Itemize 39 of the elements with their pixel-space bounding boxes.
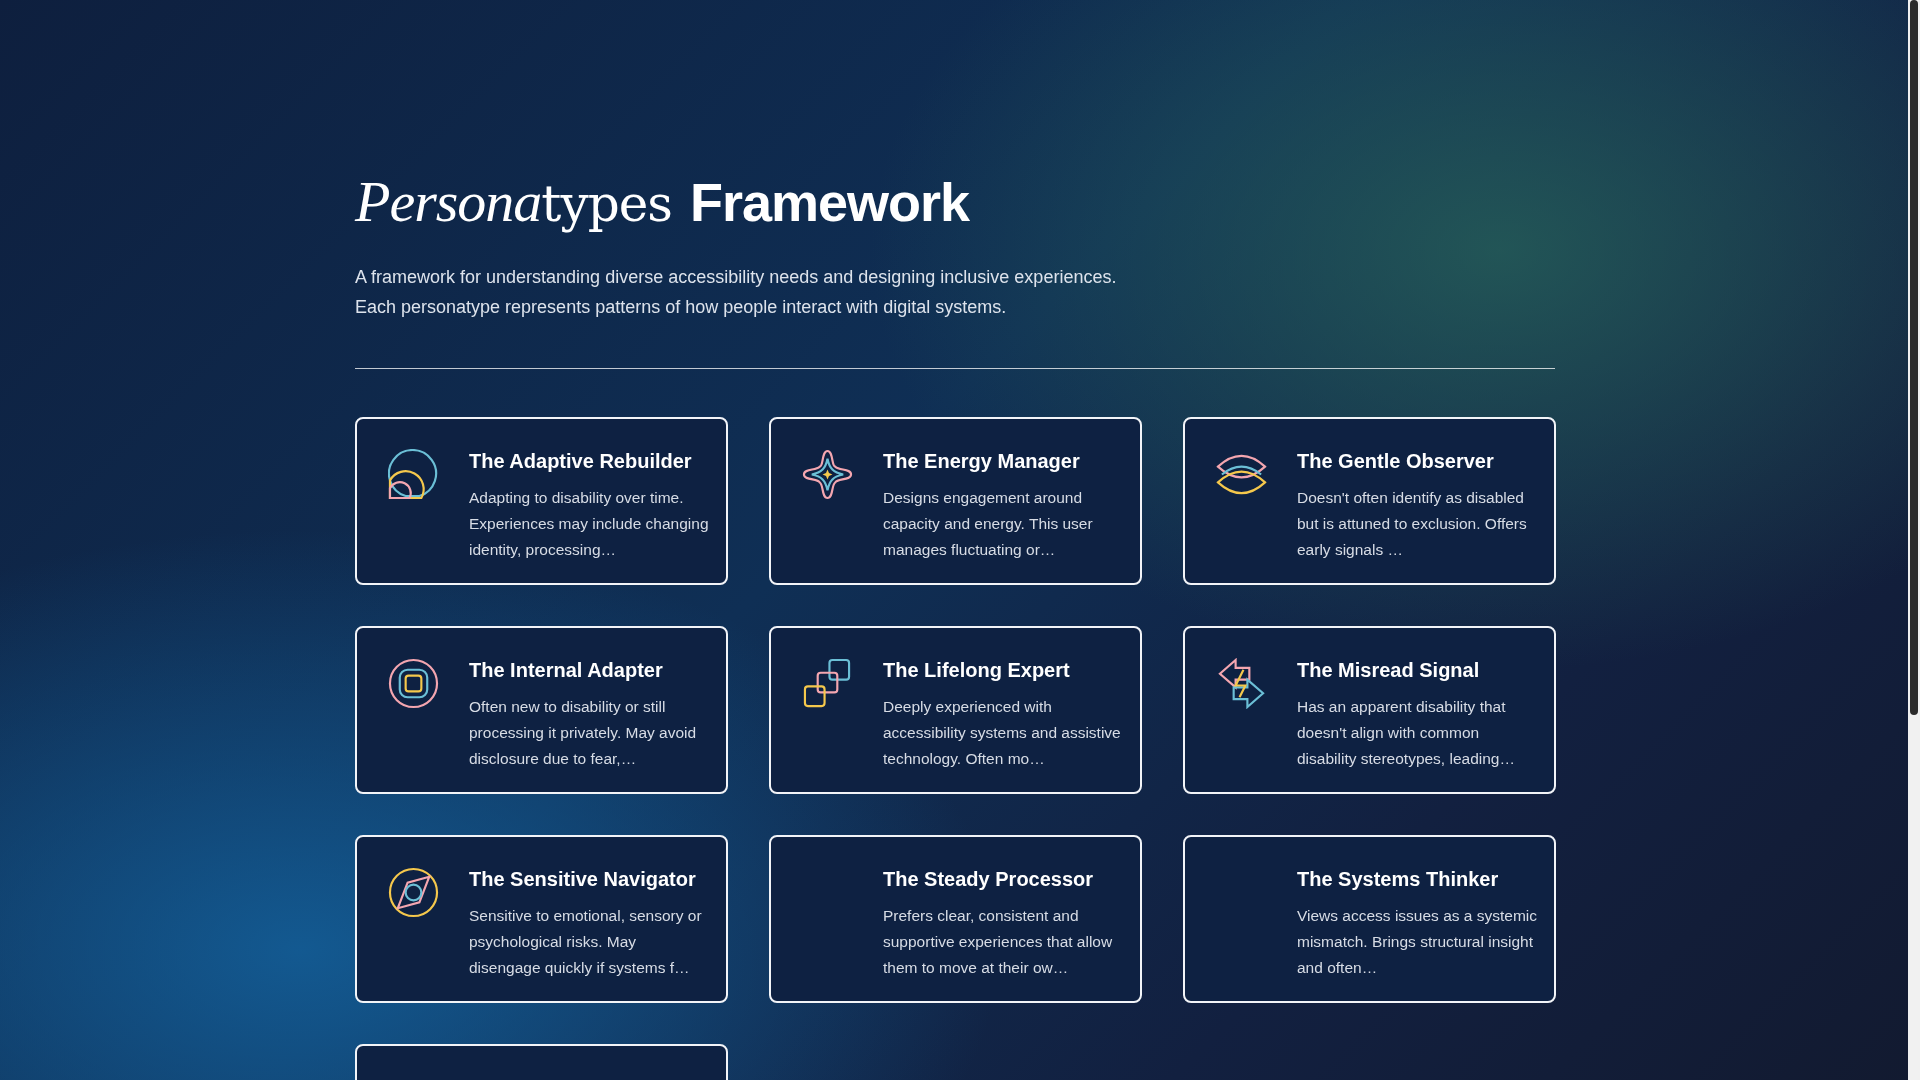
card-description: Views access issues as a systemic mismatch. Brings structural insight and often… xyxy=(1297,905,1539,978)
nested-squares-icon xyxy=(388,657,439,709)
persona-card[interactable]: The Misread Signal Has an apparent disability that doesn't align with common disability stereotypes, leading… xyxy=(1183,625,1556,794)
persona-card[interactable]: The Systems Thinker Views access issues as a systemic mismatch. Brings structural insight and often… xyxy=(1183,834,1556,1003)
card-title: The Sensitive Navigator xyxy=(469,866,697,891)
card-description: Often new to disability or still processing it privately. May avoid disclosure due to fear,… xyxy=(469,696,698,769)
card-description: Adapting to disability over time. Experiences may include changing identity, processing… xyxy=(469,487,710,560)
crossed-arrows-icon xyxy=(1216,657,1267,709)
stacked-squares-icon xyxy=(802,657,853,709)
card-description: Prefers clear, consistent and supportive experiences that allow them to move at their ow… xyxy=(883,905,1114,978)
card-title: The Steady Processor xyxy=(883,866,1095,891)
intro-text: A framework for understanding diverse accessibility needs and designing inclusive experiences. xyxy=(355,265,1117,289)
persona-card[interactable]: The Gentle Observer Doesn't often identify as disabled but is attuned to exclusion. Offers early signals … xyxy=(1183,416,1556,585)
persona-card[interactable]: The Adaptive Rebuilder Adapting to disability over time. Experiences may include changing identity, processing… xyxy=(355,416,728,585)
card-title: The Misread Signal xyxy=(1297,657,1481,682)
card-title: The Lifelong Expert xyxy=(883,657,1071,682)
persona-card[interactable]: The Steady Processor Prefers clear, consistent and supportive experiences that allow them to move at their ow… xyxy=(769,834,1142,1003)
page-title: Personatypes xyxy=(355,170,672,234)
card-description: Deeply experienced with accessibility systems and assistive technology. Often mo… xyxy=(883,696,1122,769)
card-description: Doesn't often identify as disabled but is attuned to exclusion. Offers early signals … xyxy=(1297,487,1528,560)
card-title: The Internal Adapter xyxy=(469,657,664,682)
scrollbar-thumb[interactable] xyxy=(1910,0,1918,715)
card-title: The Gentle Observer xyxy=(1297,448,1495,473)
card-title: The Energy Manager xyxy=(883,448,1081,473)
card-description: Has an apparent disability that doesn't align with common disability stereotypes, leading… xyxy=(1297,696,1516,769)
card-description: Sensitive to emotional, sensory or psychological risks. May disengage quickly if systems f… xyxy=(469,905,703,978)
card-title: The Adaptive Rebuilder xyxy=(469,448,693,473)
scrollbar[interactable] xyxy=(1908,0,1920,1080)
persona-card[interactable]: The Sensitive Navigator Sensitive to emotional, sensory or psychological risks. May disengage quickly if systems f… xyxy=(355,834,728,1003)
intro-text: Each personatype represents patterns of how people interact with digital systems. xyxy=(355,295,1008,319)
persona-card[interactable]: The Lifelong Expert Deeply experienced with accessibility systems and assistive technology. Often mo… xyxy=(769,625,1142,794)
page-title-framework: Framework xyxy=(689,173,970,233)
persona-card[interactable]: The Energy Manager Designs engagement around capacity and energy. This user manages fluctuating or… xyxy=(769,416,1142,585)
arcs-icon xyxy=(388,448,439,500)
card-title: The Systems Thinker xyxy=(1297,866,1500,891)
card-description: Designs engagement around capacity and energy. This user manages fluctuating or… xyxy=(883,487,1094,560)
persona-card[interactable]: The Internal Adapter Often new to disability or still processing it privately. May avoid disclosure due to fear,… xyxy=(355,625,728,794)
sparkle-icon xyxy=(802,448,853,500)
compass-icon xyxy=(388,866,439,918)
